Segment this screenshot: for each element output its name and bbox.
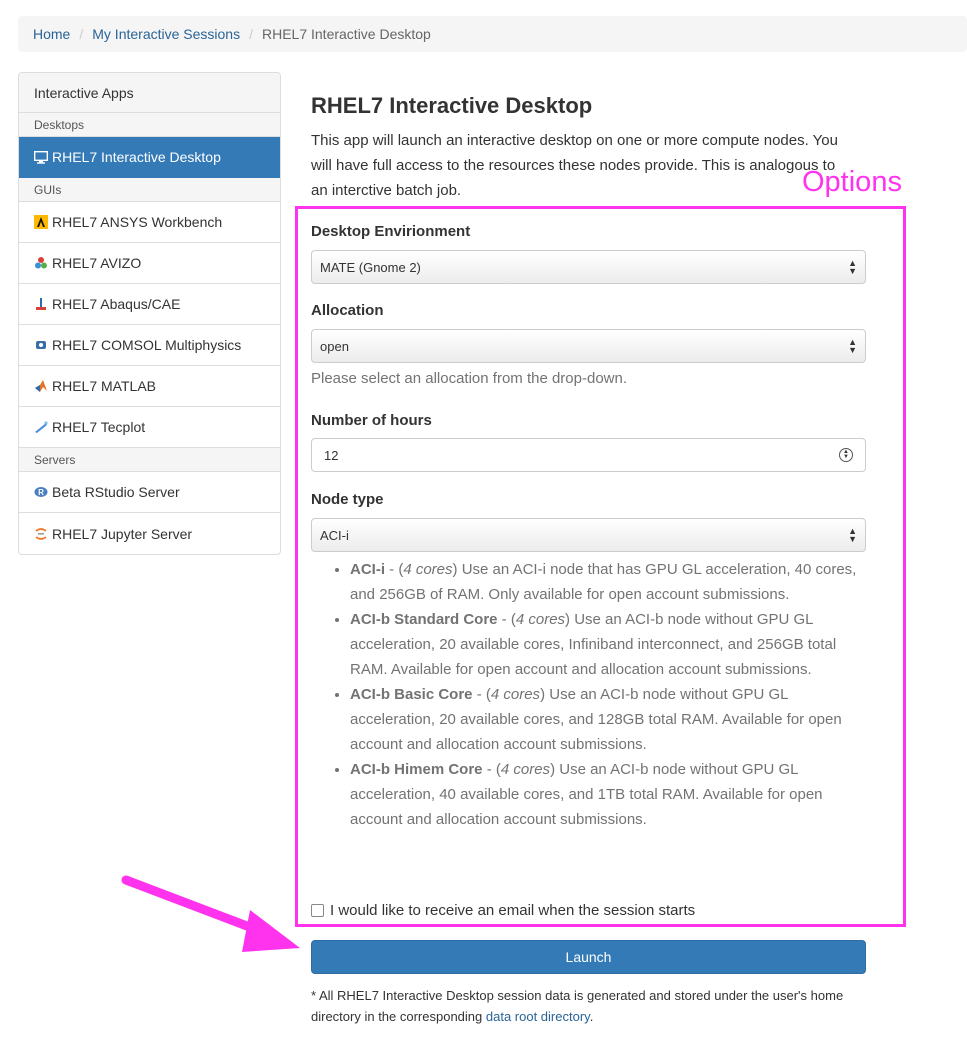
tecplot-icon [34,420,48,434]
sidebar-item-abaqus-cae[interactable]: RHEL7 Abaqus/CAE [19,284,280,325]
sidebar-section-guis: GUIs [19,178,280,202]
sidebar-item-label: RHEL7 COMSOL Multiphysics [52,337,242,353]
sidebar-item-rhel7-interactive-desktop[interactable]: RHEL7 Interactive Desktop [19,137,280,178]
ansys-icon [34,215,48,229]
allocation-label: Allocation [311,302,384,319]
breadcrumb-separator: / [249,26,253,42]
allocation-value: open [320,338,349,354]
sidebar-item-tecplot[interactable]: RHEL7 Tecplot [19,407,280,448]
matlab-icon [34,379,48,393]
select-arrows-icon: ▲ ▼ [848,337,857,355]
page-title: RHEL7 Interactive Desktop [311,93,593,118]
sidebar-item-label: RHEL7 Interactive Desktop [52,149,221,165]
node-type-value: ACI-i [320,527,349,543]
sidebar-item-label: RHEL7 Tecplot [52,419,146,435]
select-arrows-icon: ▲ ▼ [848,258,857,276]
breadcrumb-sessions-link[interactable]: My Interactive Sessions [92,26,240,42]
footnote: * All RHEL7 Interactive Desktop session … [311,988,844,1024]
hours-input[interactable]: 12 ▲ ▼ [311,438,866,472]
desktop-environment-value: MATE (Gnome 2) [320,259,421,275]
jupyter-icon [34,527,48,541]
breadcrumb-home-link[interactable]: Home [33,26,70,42]
sidebar-item-label: Beta RStudio Server [52,484,180,500]
list-item: ACI-b Standard Core - (4 cores) Use an A… [350,607,860,682]
allocation-help-text: Please select an allocation from the dro… [311,370,628,387]
options-annotation-label: Options [802,166,902,198]
rstudio-icon: R [34,485,48,499]
sidebar-item-label: RHEL7 ANSYS Workbench [52,214,223,230]
breadcrumb-current: RHEL7 Interactive Desktop [261,26,431,42]
hours-label: Number of hours [311,412,432,429]
svg-text:R: R [38,488,44,497]
app-description: This app will launch an interactive desk… [311,132,838,199]
sidebar-item-label: RHEL7 Jupyter Server [52,525,193,542]
node-type-descriptions: ACI-i - (4 cores) Use an ACI-i node that… [330,557,860,832]
node-type-select[interactable]: ACI-i ▲ ▼ [311,518,866,552]
sidebar-item-avizo[interactable]: RHEL7 AVIZO [19,243,280,284]
email-notification-row[interactable]: I would like to receive an email when th… [311,902,695,919]
avizo-icon [34,256,48,270]
sidebar-item-comsol-multiphysics[interactable]: RHEL7 COMSOL Multiphysics [19,325,280,366]
desktop-environment-select[interactable]: MATE (Gnome 2) ▲ ▼ [311,250,866,284]
main-content: RHEL7 Interactive Desktop [311,90,911,122]
breadcrumb-separator: / [79,26,84,42]
sidebar-item-ansys-workbench[interactable]: RHEL7 ANSYS Workbench [19,202,280,243]
list-item: ACI-b Himem Core - (4 cores) Use an ACI-… [350,757,860,832]
sidebar-item-rstudio-server[interactable]: R Beta RStudio Server [19,472,280,513]
sidebar-section-desktops: Desktops [19,113,280,137]
desktop-environment-label: Desktop Envirionment [311,223,471,240]
list-item: ACI-i - (4 cores) Use an ACI-i node that… [350,557,860,607]
node-type-label: Node type [311,491,384,508]
monitor-icon [34,150,48,164]
sidebar-item-label: RHEL7 Abaqus/CAE [52,296,181,312]
interactive-apps-sidebar: Interactive Apps Desktops RHEL7 Interact… [18,72,281,555]
list-item: ACI-b Basic Core - (4 cores) Use an ACI-… [350,682,860,757]
email-checkbox-label[interactable]: I would like to receive an email when th… [330,902,695,919]
launch-button[interactable]: Launch [311,940,866,974]
sidebar-item-matlab[interactable]: RHEL7 MATLAB [19,366,280,407]
data-root-directory-link[interactable]: data root directory [486,1009,590,1024]
hours-value: 12 [324,447,339,463]
abaqus-icon [34,297,48,311]
comsol-icon [34,338,48,352]
annotation-arrow-icon [121,875,300,952]
sidebar-item-label: RHEL7 MATLAB [52,378,156,394]
breadcrumb: Home / My Interactive Sessions / RHEL7 I… [18,16,967,52]
select-arrows-icon: ▲ ▼ [848,526,857,544]
number-spinner-icon[interactable]: ▲ ▼ [839,448,853,462]
sidebar-item-jupyter-server[interactable]: RHEL7 Jupyter Server [19,513,280,554]
sidebar-heading: Interactive Apps [19,73,280,113]
sidebar-item-label: RHEL7 AVIZO [52,255,142,271]
allocation-select[interactable]: open ▲ ▼ [311,329,866,363]
sidebar-section-servers: Servers [19,448,280,472]
